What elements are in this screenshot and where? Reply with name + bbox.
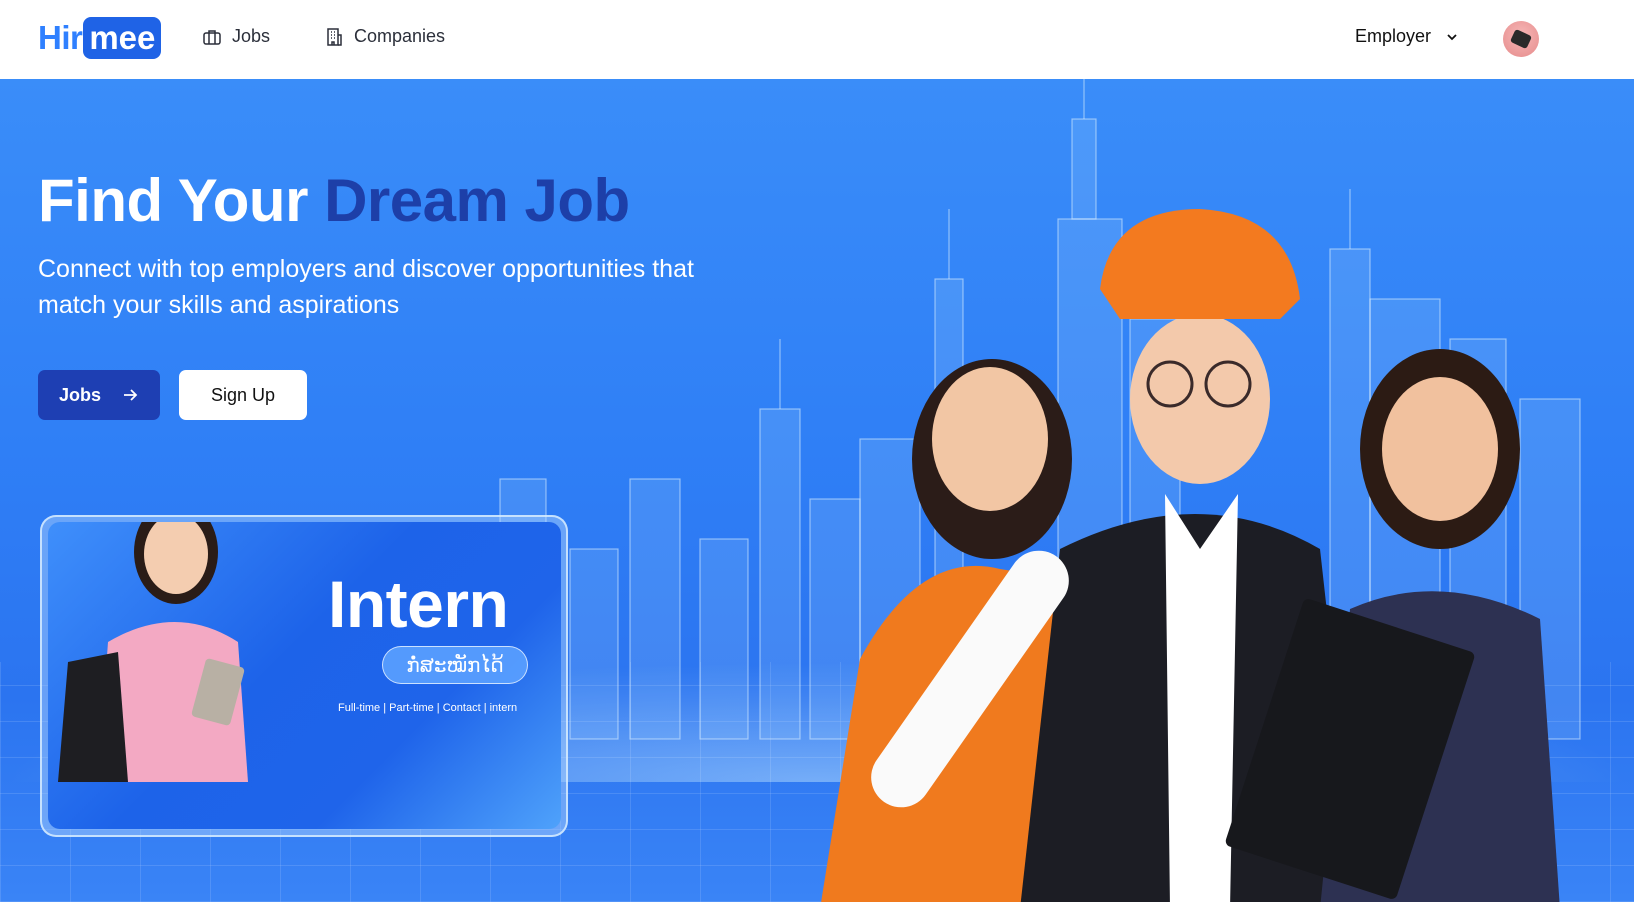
hirmee-logo[interactable]: Hir mee — [38, 17, 162, 59]
building-icon — [327, 27, 342, 46]
logo-text-mee: mee — [83, 17, 162, 59]
hero-section: Find Your Dream Job Connect with top emp… — [0, 79, 1634, 902]
arrow-right-icon — [124, 389, 138, 401]
hero-title: Find Your Dream Job — [38, 166, 630, 235]
briefcase-icon — [203, 29, 221, 45]
chevron-down-icon — [1447, 33, 1457, 40]
intern-student-illustration — [58, 522, 248, 782]
avatar-image — [1509, 28, 1533, 50]
nav-companies-label: Companies — [354, 26, 446, 46]
employer-dropdown[interactable]: Employer — [1355, 26, 1459, 47]
intern-apply-pill[interactable]: ກໍ່ສະໝັກໄດ້ — [382, 646, 528, 684]
top-navbar: Hir mee Jobs Companies Employer — [0, 0, 1634, 79]
signup-button[interactable]: Sign Up — [179, 370, 307, 420]
employer-label: Employer — [1355, 26, 1432, 46]
hero-people-illustration — [821, 209, 1560, 902]
nav-jobs-label: Jobs — [232, 26, 271, 46]
hero-subtitle: Connect with top employers and discover … — [38, 255, 694, 319]
nav-jobs-link[interactable]: Jobs — [202, 26, 270, 47]
logo-text-hir: Hir — [38, 19, 83, 56]
hero-title-main: Find Your — [38, 167, 325, 234]
jobs-button-label: Jobs — [58, 384, 101, 405]
hero-title-accent: Dream Job — [324, 167, 630, 234]
jobs-button[interactable]: Jobs — [38, 370, 160, 420]
intern-banner-title: Intern — [328, 567, 509, 641]
user-avatar[interactable] — [1503, 21, 1539, 57]
signup-button-label: Sign Up — [210, 384, 276, 405]
intern-job-types: Full-time | Part-time | Contact | intern — [338, 702, 518, 714]
nav-companies-link[interactable]: Companies — [324, 26, 445, 47]
